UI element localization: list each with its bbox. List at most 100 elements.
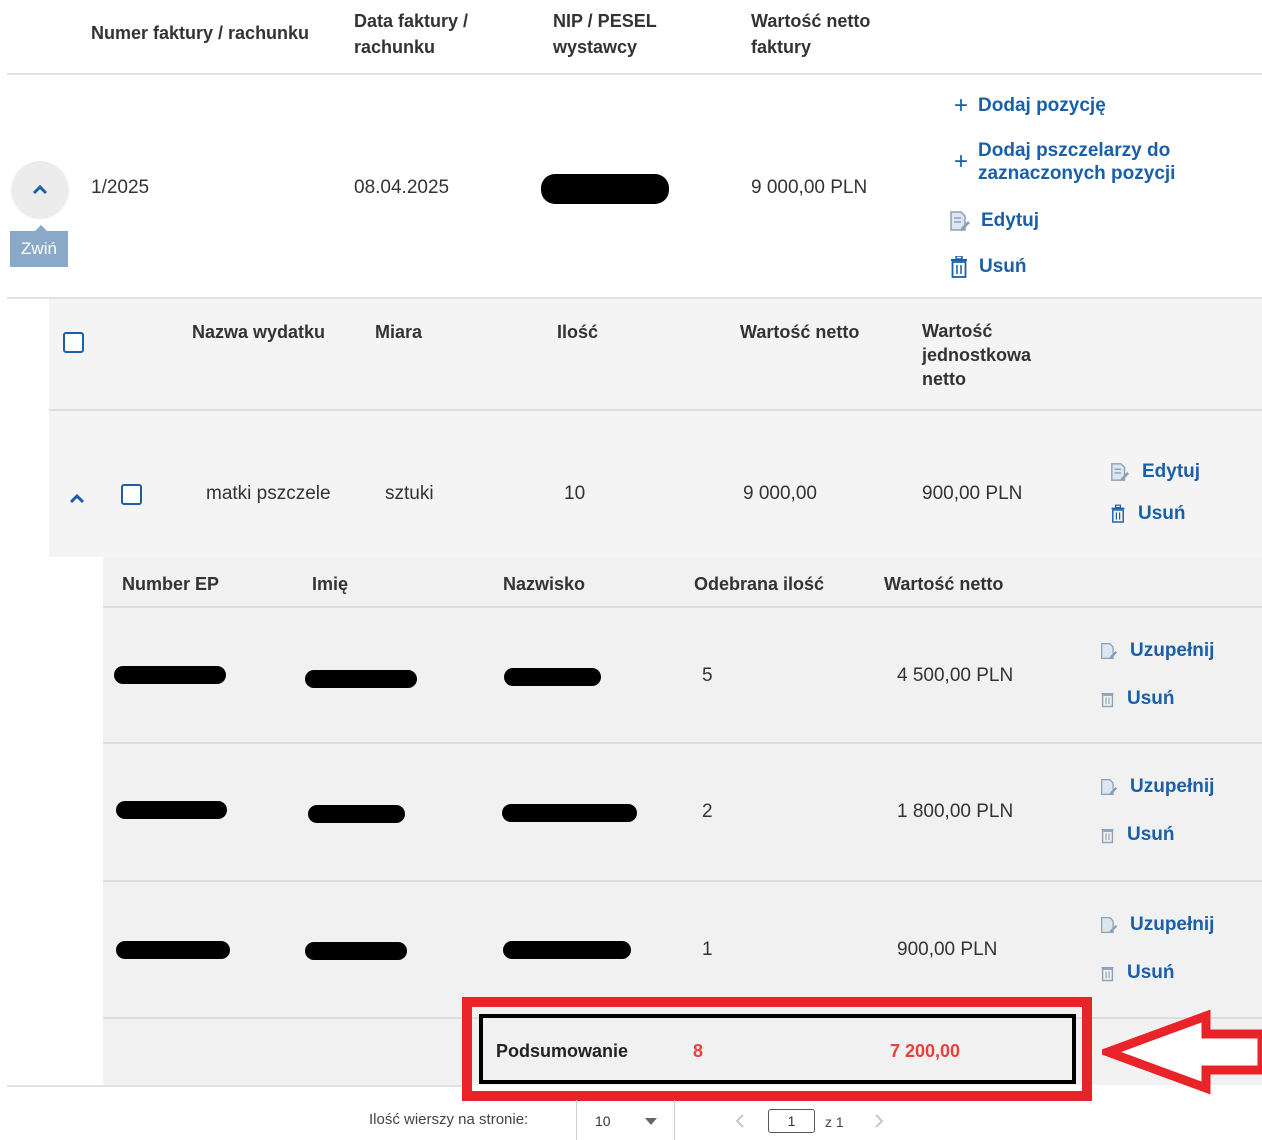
col-header-net-value: Wartość netto	[740, 322, 860, 342]
col-header-unit-value-line1: Wartość	[922, 321, 993, 341]
add-beekeepers-line2: zaznaczonych pozycji	[978, 163, 1176, 184]
divider	[49, 409, 1262, 411]
invoice-date: 08.04.2025	[354, 177, 450, 198]
col-header-invoice-date-line1: Data faktury /	[354, 11, 469, 31]
divider	[103, 880, 1262, 882]
summary-value: 7 200,00	[890, 1041, 961, 1061]
trash-icon	[1101, 693, 1114, 708]
col-header-invoice-value: Wartość netto faktury	[751, 8, 870, 60]
invoice-value: 9 000,00 PLN	[751, 177, 868, 198]
col-header-measure: Miara	[375, 322, 423, 342]
beekeeper-received-quantity: 2	[702, 801, 713, 822]
collapse-position-chevron-up-icon[interactable]	[69, 494, 85, 504]
summary-quantity: 8	[693, 1041, 704, 1061]
redacted-first-name	[308, 805, 405, 823]
col-header-unit-value: Wartość jednostkowa netto	[922, 319, 1031, 391]
complete-beekeeper-link[interactable]: Uzupełnij	[1100, 640, 1214, 662]
col-header-last-name: Nazwisko	[503, 574, 586, 594]
redacted-ep-number	[114, 666, 226, 684]
divider	[7, 1085, 462, 1087]
prev-page-chevron-icon[interactable]	[735, 1114, 745, 1128]
beekeeper-received-quantity: 5	[702, 665, 713, 686]
delete-beekeeper-link[interactable]: Usuń	[1100, 824, 1175, 846]
complete-beekeeper-link[interactable]: Uzupełnij	[1100, 776, 1214, 798]
beekeeper-net-value: 900,00 PLN	[897, 939, 998, 960]
redacted-last-name	[502, 804, 637, 822]
col-header-first-name: Imię	[312, 574, 349, 594]
redacted-ep-number	[116, 801, 227, 819]
complete-beekeeper-link[interactable]: Uzupełnij	[1100, 914, 1214, 936]
add-beekeepers-label: Dodaj pszczelarzy do zaznaczonych pozycj…	[978, 139, 1175, 185]
redacted-last-name	[503, 941, 631, 959]
delete-position-link[interactable]: Usuń	[1110, 503, 1186, 525]
col-header-invoice-value-line1: Wartość netto	[751, 11, 871, 31]
delete-label: Usuń	[1127, 688, 1175, 709]
trash-icon	[951, 256, 967, 278]
col-header-unit-value-line3: netto	[922, 369, 966, 389]
rows-per-page-label: Ilość wierszy na stronie:	[369, 1111, 529, 1128]
summary-label: Podsumowanie	[496, 1041, 629, 1061]
delete-position-label: Usuń	[1138, 503, 1186, 524]
col-header-beekeeper-net-value: Wartość netto	[884, 574, 1004, 594]
position-unit-value: 900,00 PLN	[922, 483, 1023, 504]
delete-beekeeper-link[interactable]: Usuń	[1100, 688, 1175, 710]
beekeeper-received-quantity: 1	[702, 939, 713, 960]
add-position-label: Dodaj pozycję	[978, 95, 1106, 116]
divider	[674, 1100, 675, 1140]
delete-invoice-label: Usuń	[979, 256, 1027, 277]
edit-icon	[1111, 463, 1130, 481]
add-position-link[interactable]: + Dodaj pozycję	[954, 92, 1106, 120]
caret-down-icon	[645, 1118, 657, 1125]
chevron-up-icon	[32, 185, 48, 195]
collapse-invoice-button[interactable]	[11, 161, 69, 219]
select-all-positions-checkbox[interactable]	[63, 332, 84, 353]
plus-icon: +	[954, 92, 969, 119]
page-total-label: z 1	[825, 1114, 844, 1130]
divider	[103, 606, 1262, 608]
divider	[103, 742, 1262, 744]
col-header-invoice-value-line2: faktury	[751, 37, 812, 57]
col-header-nip: NIP / PESEL wystawcy	[553, 8, 657, 60]
edit-invoice-link[interactable]: Edytuj	[949, 210, 1039, 232]
rows-per-page-select[interactable]: 10	[585, 1104, 670, 1138]
divider	[576, 1100, 577, 1140]
col-header-received-quantity: Odebrana ilość	[694, 574, 825, 594]
page-number-input[interactable]: 1	[768, 1109, 815, 1133]
edit-position-label: Edytuj	[1142, 461, 1201, 482]
trash-icon	[1111, 504, 1125, 523]
delete-beekeeper-link[interactable]: Usuń	[1100, 962, 1175, 984]
add-beekeepers-line1: Dodaj pszczelarzy do	[978, 140, 1171, 161]
complete-label: Uzupełnij	[1130, 640, 1215, 661]
position-net-value: 9 000,00	[743, 483, 817, 504]
col-header-quantity: Ilość	[557, 322, 599, 342]
beekeeper-net-value: 4 500,00 PLN	[897, 665, 1014, 686]
col-header-ep-number: Number EP	[122, 574, 220, 594]
trash-icon	[1101, 967, 1114, 982]
redacted-ep-number	[116, 941, 230, 959]
col-header-invoice-date: Data faktury / rachunku	[354, 8, 468, 60]
rows-per-page-value: 10	[595, 1113, 611, 1129]
col-header-unit-value-line2: jednostkowa	[922, 345, 1032, 365]
add-beekeepers-link[interactable]: + Dodaj pszczelarzy do zaznaczonych pozy…	[954, 139, 1175, 185]
plus-icon: +	[954, 148, 969, 175]
position-checkbox[interactable]	[121, 484, 142, 505]
divider	[7, 73, 1262, 75]
collapse-tooltip: Zwiń	[10, 231, 68, 267]
complete-label: Uzupełnij	[1130, 914, 1215, 935]
delete-label: Usuń	[1127, 962, 1175, 983]
delete-invoice-link[interactable]: Usuń	[949, 256, 1027, 278]
col-header-nip-line1: NIP / PESEL	[553, 11, 657, 31]
col-header-expense-name: Nazwa wydatku	[192, 322, 326, 342]
red-arrow-left-icon	[1102, 1009, 1262, 1095]
next-page-chevron-icon[interactable]	[874, 1114, 884, 1128]
edit-invoice-label: Edytuj	[981, 210, 1040, 231]
redacted-first-name	[305, 942, 407, 960]
delete-label: Usuń	[1127, 824, 1175, 845]
edit-position-link[interactable]: Edytuj	[1110, 461, 1200, 483]
redacted-last-name	[504, 668, 601, 686]
position-measure: sztuki	[385, 483, 434, 504]
edit-icon	[1101, 779, 1118, 795]
edit-icon	[1101, 643, 1118, 659]
invoice-number: 1/2025	[91, 177, 150, 198]
beekeeper-net-value: 1 800,00 PLN	[897, 801, 1014, 822]
